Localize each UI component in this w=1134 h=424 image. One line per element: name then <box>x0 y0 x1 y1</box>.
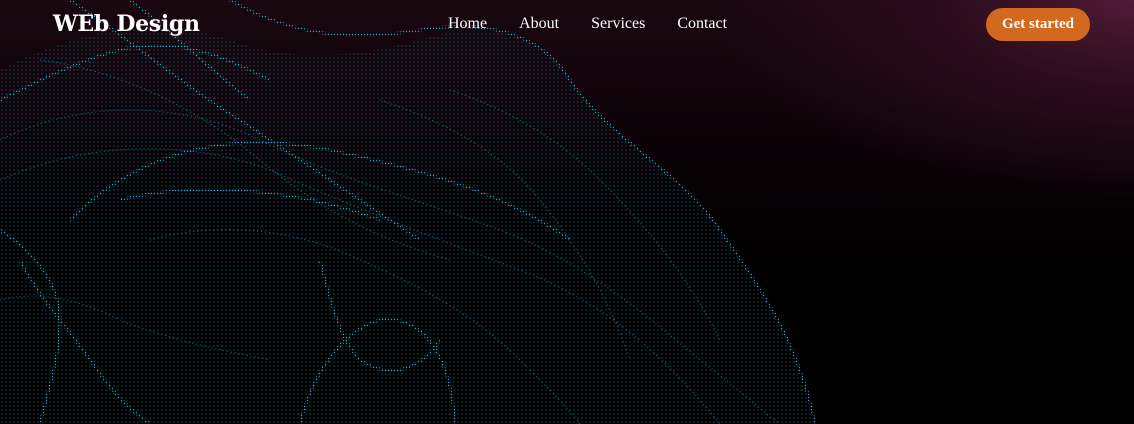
nav-link-about[interactable]: About <box>519 15 559 33</box>
top-navigation-bar: WEb Design Home About Services Contact G… <box>0 0 1134 50</box>
particle-wave-graphic <box>0 0 817 424</box>
site-logo[interactable]: WEb Design <box>53 11 200 37</box>
nav-link-services[interactable]: Services <box>591 15 645 33</box>
nav-link-contact[interactable]: Contact <box>677 15 727 33</box>
nav-link-home[interactable]: Home <box>448 15 487 33</box>
get-started-button[interactable]: Get started <box>986 8 1090 41</box>
main-nav: Home About Services Contact <box>448 15 759 33</box>
hero-section: WEb Design Home About Services Contact G… <box>0 0 1134 424</box>
